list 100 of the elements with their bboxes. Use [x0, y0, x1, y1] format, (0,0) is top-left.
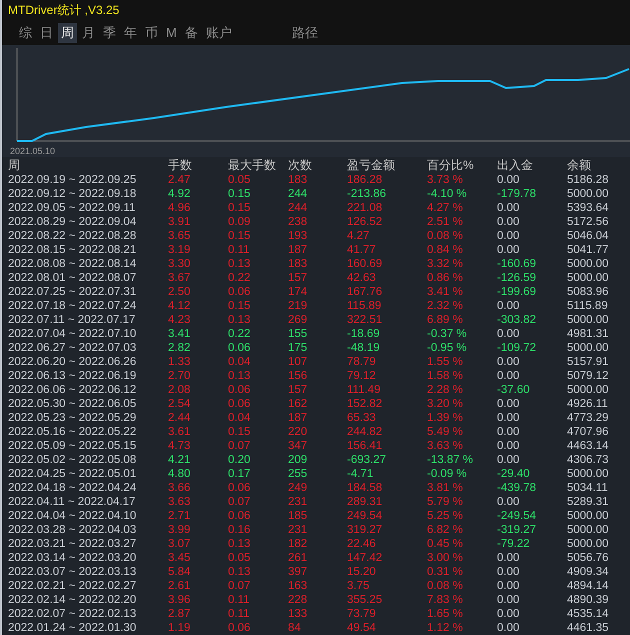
table-cell-text: 0.86 % — [427, 271, 464, 285]
table-cell-text: 4773.29 — [567, 411, 610, 425]
tab[interactable]: 季 — [100, 22, 119, 42]
table-cell-text: 5056.76 — [567, 551, 610, 565]
tab[interactable]: M — [163, 24, 180, 41]
table-cell-text: 0.15 — [228, 425, 252, 439]
table-cell-text: 2022.05.23 ~ 2022.05.29 — [8, 411, 138, 425]
tab[interactable]: 年 — [121, 22, 140, 42]
table-cell-text: 0.00 — [497, 215, 520, 229]
table-cell-text: 0.15 — [228, 299, 252, 313]
table-cell-text: 182 — [288, 537, 308, 551]
table-cell-text: 0.16 — [228, 523, 252, 537]
table-cell-text: 2022.04.04 ~ 2022.04.10 — [8, 509, 138, 523]
table-cell-text: 5289.31 — [567, 495, 610, 509]
tab[interactable]: 账户 — [202, 22, 235, 42]
column-header: 次数 — [288, 157, 313, 174]
table-cell-text: 5000.00 — [567, 313, 610, 327]
table-cell-text: -319.27 — [497, 523, 538, 537]
table-cell-text: 3.41 % — [427, 285, 464, 299]
table-cell-text: 3.66 — [168, 481, 192, 495]
table-cell-text: 0.31 % — [427, 565, 464, 579]
table-cell-text: 155 — [288, 327, 308, 341]
table-cell-text: 0.00 — [497, 369, 520, 383]
table-cell-text: 228 — [288, 593, 308, 607]
table-cell-text: 0.00 — [497, 621, 520, 635]
tab[interactable]: 月 — [79, 22, 98, 42]
table-cell-text: 5000.00 — [567, 537, 610, 551]
table-cell-text: 3.30 — [168, 257, 192, 271]
table-cell-text: 0.06 — [228, 285, 252, 299]
table-cell-text: 0.22 — [228, 327, 252, 341]
table-cell-text: 3.91 — [168, 215, 192, 229]
table-cell-text: -4.71 — [347, 467, 374, 481]
table-cell-text: 2022.05.16 ~ 2022.05.22 — [8, 425, 138, 439]
table-cell-text: -126.59 — [497, 271, 538, 285]
table-cell-text: -303.82 — [497, 313, 538, 327]
tab[interactable]: 路径 — [288, 22, 321, 42]
table-cell-text: 6.89 % — [427, 313, 464, 327]
table-cell-text: -249.54 — [497, 509, 538, 523]
table-cell-text: -0.09 % — [427, 467, 468, 481]
table-cell-text: 3.45 — [168, 551, 192, 565]
table-cell-text: 0.13 — [228, 369, 252, 383]
table-cell-text: 2022.09.19 ~ 2022.09.25 — [8, 173, 138, 187]
table-cell-text: 5115.89 — [567, 299, 609, 313]
table-cell-text: 3.73 % — [427, 173, 464, 187]
table-cell-text: 186.28 — [347, 173, 384, 187]
table-cell-text: 7.83 % — [427, 593, 464, 607]
tab[interactable]: 币 — [142, 22, 161, 42]
table-cell-text: 73.79 — [347, 607, 377, 621]
table-cell-text: 0.11 — [228, 593, 251, 607]
tab[interactable]: 日 — [37, 22, 56, 42]
table-cell-text: 5000.00 — [567, 523, 610, 537]
table-cell-text: 1.12 % — [427, 621, 464, 635]
table-cell-text: 156.41 — [347, 439, 384, 453]
table-cell-text: 0.84 % — [427, 243, 464, 257]
table-cell-text: 0.05 — [228, 551, 252, 565]
table-cell-text: 160.69 — [347, 257, 384, 271]
table-cell-text: 3.96 — [168, 593, 192, 607]
table-cell-text: -13.87 % — [427, 453, 474, 467]
table-cell-text: 2022.06.27 ~ 2022.07.03 — [8, 341, 138, 355]
table-cell-text: 2022.06.06 ~ 2022.06.12 — [8, 383, 138, 397]
table-cell-text: 187 — [288, 243, 308, 257]
table-cell-text: 1.33 — [168, 355, 192, 369]
tab[interactable]: 备 — [182, 22, 201, 42]
table-cell-text: 4463.14 — [567, 439, 610, 453]
table-cell-text: 0.05 — [228, 173, 252, 187]
table-cell-text: 2.82 — [168, 341, 192, 355]
window-title: MTDriver统计 ,V3.25 — [8, 2, 120, 18]
table-cell-text: 0.09 — [228, 215, 252, 229]
table-cell-text: 319.27 — [347, 523, 384, 537]
table-cell-text: 5079.12 — [567, 369, 610, 383]
table-cell-text: 2022.09.05 ~ 2022.09.11 — [8, 201, 136, 215]
table-cell-text: 0.15 — [228, 187, 252, 201]
table-cell-text: 269 — [288, 313, 308, 327]
tab[interactable]: 周 — [58, 22, 77, 42]
table-cell-text: 183 — [288, 173, 308, 187]
table-cell-text: 0.00 — [497, 355, 520, 369]
table-cell-text: -160.69 — [497, 257, 538, 271]
table-cell-text: 0.22 — [228, 271, 252, 285]
table-cell-text: 184.58 — [347, 481, 384, 495]
table-cell-text: 0.00 — [497, 173, 520, 187]
table-cell-text: 175 — [288, 341, 308, 355]
table-cell-text: 4.12 — [168, 299, 192, 313]
table-cell-text: 0.13 — [228, 565, 252, 579]
table-cell-text: 0.00 — [497, 565, 520, 579]
table-cell-text: 5000.00 — [567, 341, 610, 355]
tab[interactable]: 综 — [16, 22, 35, 42]
table-cell-text: 107 — [288, 355, 308, 369]
column-header: 百分比% — [427, 157, 475, 174]
table-cell-text: 0.00 — [497, 453, 520, 467]
table-cell-text: 0.00 — [497, 229, 520, 243]
table-cell-text: 41.77 — [347, 243, 377, 257]
table-cell-text: 2022.06.13 ~ 2022.06.19 — [8, 369, 138, 383]
table-cell-text: 0.15 — [228, 201, 252, 215]
table-cell-text: 5046.04 — [567, 229, 610, 243]
table-cell-text: 6.82 % — [427, 523, 464, 537]
table-cell-text: 0.08 % — [427, 579, 464, 593]
table-cell-text: 4.27 % — [427, 201, 464, 215]
table-cell-text: 193 — [288, 229, 308, 243]
table-cell-text: 2022.02.14 ~ 2022.02.20 — [8, 593, 138, 607]
table-cell-text: 3.41 — [168, 327, 192, 341]
